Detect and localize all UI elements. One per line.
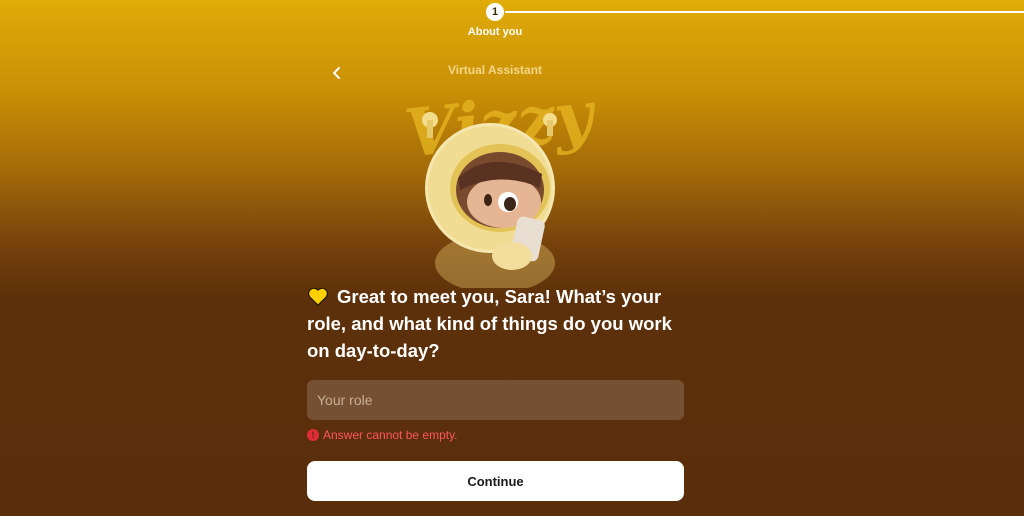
yellow-heart-icon bbox=[308, 287, 328, 306]
error-icon: ! bbox=[307, 429, 319, 441]
question-heading: Great to meet you, Sara! What’s your rol… bbox=[307, 283, 697, 364]
back-button[interactable] bbox=[326, 62, 348, 84]
assistant-hero: Vizzy bbox=[401, 78, 600, 288]
step-label: About you bbox=[467, 26, 523, 38]
error-message: Answer cannot be empty. bbox=[323, 428, 458, 442]
progress-line bbox=[505, 11, 1024, 13]
question-text: Great to meet you, Sara! What’s your rol… bbox=[307, 286, 672, 361]
continue-button[interactable]: Continue bbox=[307, 461, 684, 501]
assistant-label: Virtual Assistant bbox=[447, 63, 543, 77]
chevron-left-icon bbox=[333, 67, 340, 79]
role-input[interactable] bbox=[307, 380, 684, 420]
step-indicator: 1 bbox=[486, 3, 504, 21]
validation-error: ! Answer cannot be empty. bbox=[307, 428, 458, 442]
